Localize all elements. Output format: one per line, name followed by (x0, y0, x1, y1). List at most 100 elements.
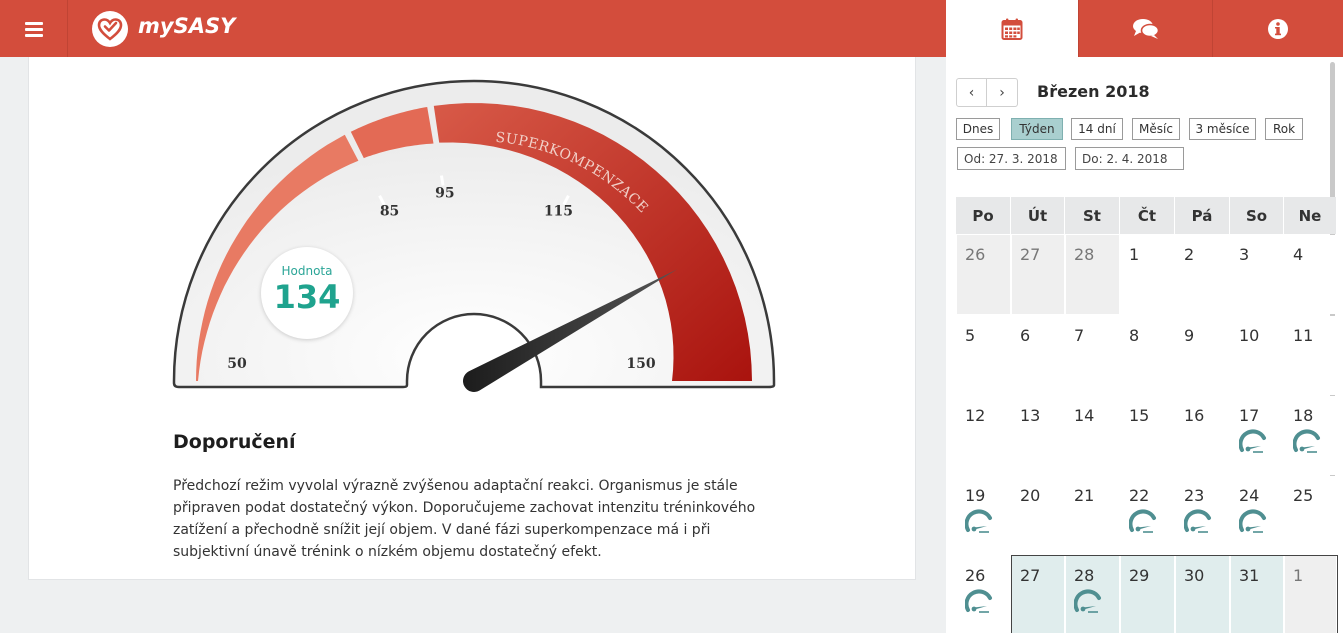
app-name[interactable]: mySASY (138, 14, 235, 38)
calendar-day-cell[interactable]: 8 (1121, 316, 1174, 395)
calendar-day-cell[interactable]: 5 (957, 316, 1010, 395)
calendar-day-number: 6 (1020, 326, 1031, 345)
gauge-chart: 508595115150 SUPERKOMPENZACE (172, 79, 776, 392)
weekday-header: Po (956, 197, 1010, 234)
calendar-day-number: 22 (1129, 486, 1150, 505)
next-month-button[interactable]: › (987, 79, 1017, 106)
calendar-day-cell[interactable]: 12 (957, 396, 1010, 475)
mini-gauge-icon[interactable] (1073, 588, 1102, 618)
chat-icon (1132, 18, 1159, 39)
weekday-header: Pá (1175, 197, 1229, 234)
range-button-3[interactable]: Měsíc (1132, 118, 1180, 140)
calendar-day-cell[interactable]: 1 (1121, 235, 1174, 314)
calendar-day-number: 16 (1184, 406, 1205, 425)
weekday-header: St (1065, 197, 1119, 234)
month-navigation: ‹ › (956, 78, 1018, 107)
mini-gauge-icon[interactable] (1183, 508, 1212, 538)
side-tabs (946, 0, 1343, 57)
main-panel: 50 85 95 115 150 SUPERKOMPENZACE Hodnota 134… (28, 57, 916, 580)
calendar-day-number: 1 (1293, 566, 1304, 585)
calendar-day-cell[interactable]: 26 (957, 556, 1010, 633)
calendar-day-number: 27 (1020, 566, 1041, 585)
calendar-day-cell[interactable]: 22 (1121, 476, 1174, 555)
calendar-day-number: 12 (965, 406, 986, 425)
heart-check-icon[interactable] (92, 11, 128, 47)
calendar-day-cell[interactable]: 21 (1066, 476, 1119, 555)
weekday-header: Čt (1120, 197, 1174, 234)
calendar-day-cell[interactable]: 9 (1176, 316, 1229, 395)
mini-gauge-icon[interactable] (1128, 508, 1157, 538)
range-button-1[interactable]: Týden (1011, 118, 1063, 140)
calendar-day-cell[interactable]: 30 (1176, 556, 1229, 633)
calendar-day-number: 2 (1184, 245, 1195, 264)
calendar-day-cell[interactable]: 27 (1012, 235, 1064, 314)
weekday-header: So (1230, 197, 1283, 234)
calendar-day-cell[interactable]: 27 (1012, 556, 1064, 633)
range-button-5[interactable]: Rok (1265, 118, 1303, 140)
calendar-day-number: 13 (1020, 406, 1041, 425)
date-to-field[interactable]: Do: 2. 4. 2018 (1075, 147, 1184, 170)
range-button-0[interactable]: Dnes (956, 118, 1000, 140)
top-bar: mySASY (0, 0, 946, 57)
calendar-day-cell[interactable]: 24 (1231, 476, 1283, 555)
calendar-day-cell[interactable]: 3 (1231, 235, 1283, 314)
calendar-day-cell[interactable]: 19 (957, 476, 1010, 555)
value-label: Hodnota (281, 264, 333, 278)
calendar-day-number: 9 (1184, 326, 1195, 345)
calendar-day-number: 4 (1293, 245, 1304, 264)
calendar-day-cell[interactable]: 13 (1012, 396, 1064, 475)
gauge-tick-label: 115 (544, 203, 573, 219)
calendar-day-number: 23 (1184, 486, 1205, 505)
gauge-tick-mark (439, 175, 445, 186)
mini-gauge-icon[interactable] (1238, 428, 1267, 458)
calendar-day-cell[interactable]: 7 (1066, 316, 1119, 395)
mini-gauge-icon[interactable] (964, 508, 993, 538)
calendar-day-cell[interactable]: 18 (1285, 396, 1336, 475)
mini-gauge-icon[interactable] (964, 588, 993, 618)
mini-gauge-icon[interactable] (1292, 428, 1321, 458)
calendar-day-number: 17 (1239, 406, 1260, 425)
calendar-day-number: 21 (1074, 486, 1095, 505)
calendar-day-cell[interactable]: 31 (1231, 556, 1283, 633)
calendar-day-cell[interactable]: 1 (1285, 556, 1336, 633)
calendar-day-number: 10 (1239, 326, 1260, 345)
calendar-day-cell[interactable]: 28 (1066, 235, 1119, 314)
calendar-day-cell[interactable]: 26 (957, 235, 1010, 314)
recommendation-text: Předchozí režim vyvolal výrazně zvýšenou… (173, 478, 756, 560)
prev-month-button[interactable]: ‹ (957, 79, 987, 106)
calendar-day-number: 29 (1129, 566, 1150, 585)
gauge-tick-label: 150 (626, 356, 655, 372)
hamburger-menu-icon[interactable] (0, 0, 68, 57)
calendar-day-cell[interactable]: 14 (1066, 396, 1119, 475)
tab-calendar[interactable] (946, 0, 1078, 57)
date-from-field[interactable]: Od: 27. 3. 2018 (957, 147, 1066, 170)
range-button-4[interactable]: 3 měsíce (1189, 118, 1256, 140)
calendar-day-number: 3 (1239, 245, 1250, 264)
tab-info[interactable] (1212, 0, 1343, 57)
mini-gauge-icon[interactable] (1238, 508, 1267, 538)
calendar-day-number: 15 (1129, 406, 1150, 425)
gauge-tick-label: 50 (227, 356, 247, 372)
calendar-day-cell[interactable]: 15 (1121, 396, 1174, 475)
calendar-day-number: 24 (1239, 486, 1260, 505)
calendar-day-cell[interactable]: 16 (1176, 396, 1229, 475)
calendar-day-cell[interactable]: 20 (1012, 476, 1064, 555)
calendar-day-number: 5 (965, 326, 976, 345)
calendar-day-cell[interactable]: 2 (1176, 235, 1229, 314)
calendar-day-cell[interactable]: 29 (1121, 556, 1174, 633)
calendar-day-cell[interactable]: 11 (1285, 316, 1336, 395)
calendar-day-cell[interactable]: 6 (1012, 316, 1064, 395)
range-button-2[interactable]: 14 dní (1071, 118, 1123, 140)
calendar-day-number: 31 (1239, 566, 1260, 585)
calendar-day-cell[interactable]: 28 (1066, 556, 1119, 633)
calendar-day-cell[interactable]: 23 (1176, 476, 1229, 555)
tab-chat[interactable] (1078, 0, 1212, 57)
calendar-day-cell[interactable]: 25 (1285, 476, 1336, 555)
calendar-day-cell[interactable]: 17 (1231, 396, 1283, 475)
calendar-day-cell[interactable]: 4 (1285, 235, 1336, 314)
calendar-day-number: 30 (1184, 566, 1205, 585)
calendar-day-cell[interactable]: 10 (1231, 316, 1283, 395)
info-icon (1268, 18, 1288, 39)
value-bubble: Hodnota 134 (261, 247, 353, 339)
calendar-day-number: 20 (1020, 486, 1041, 505)
